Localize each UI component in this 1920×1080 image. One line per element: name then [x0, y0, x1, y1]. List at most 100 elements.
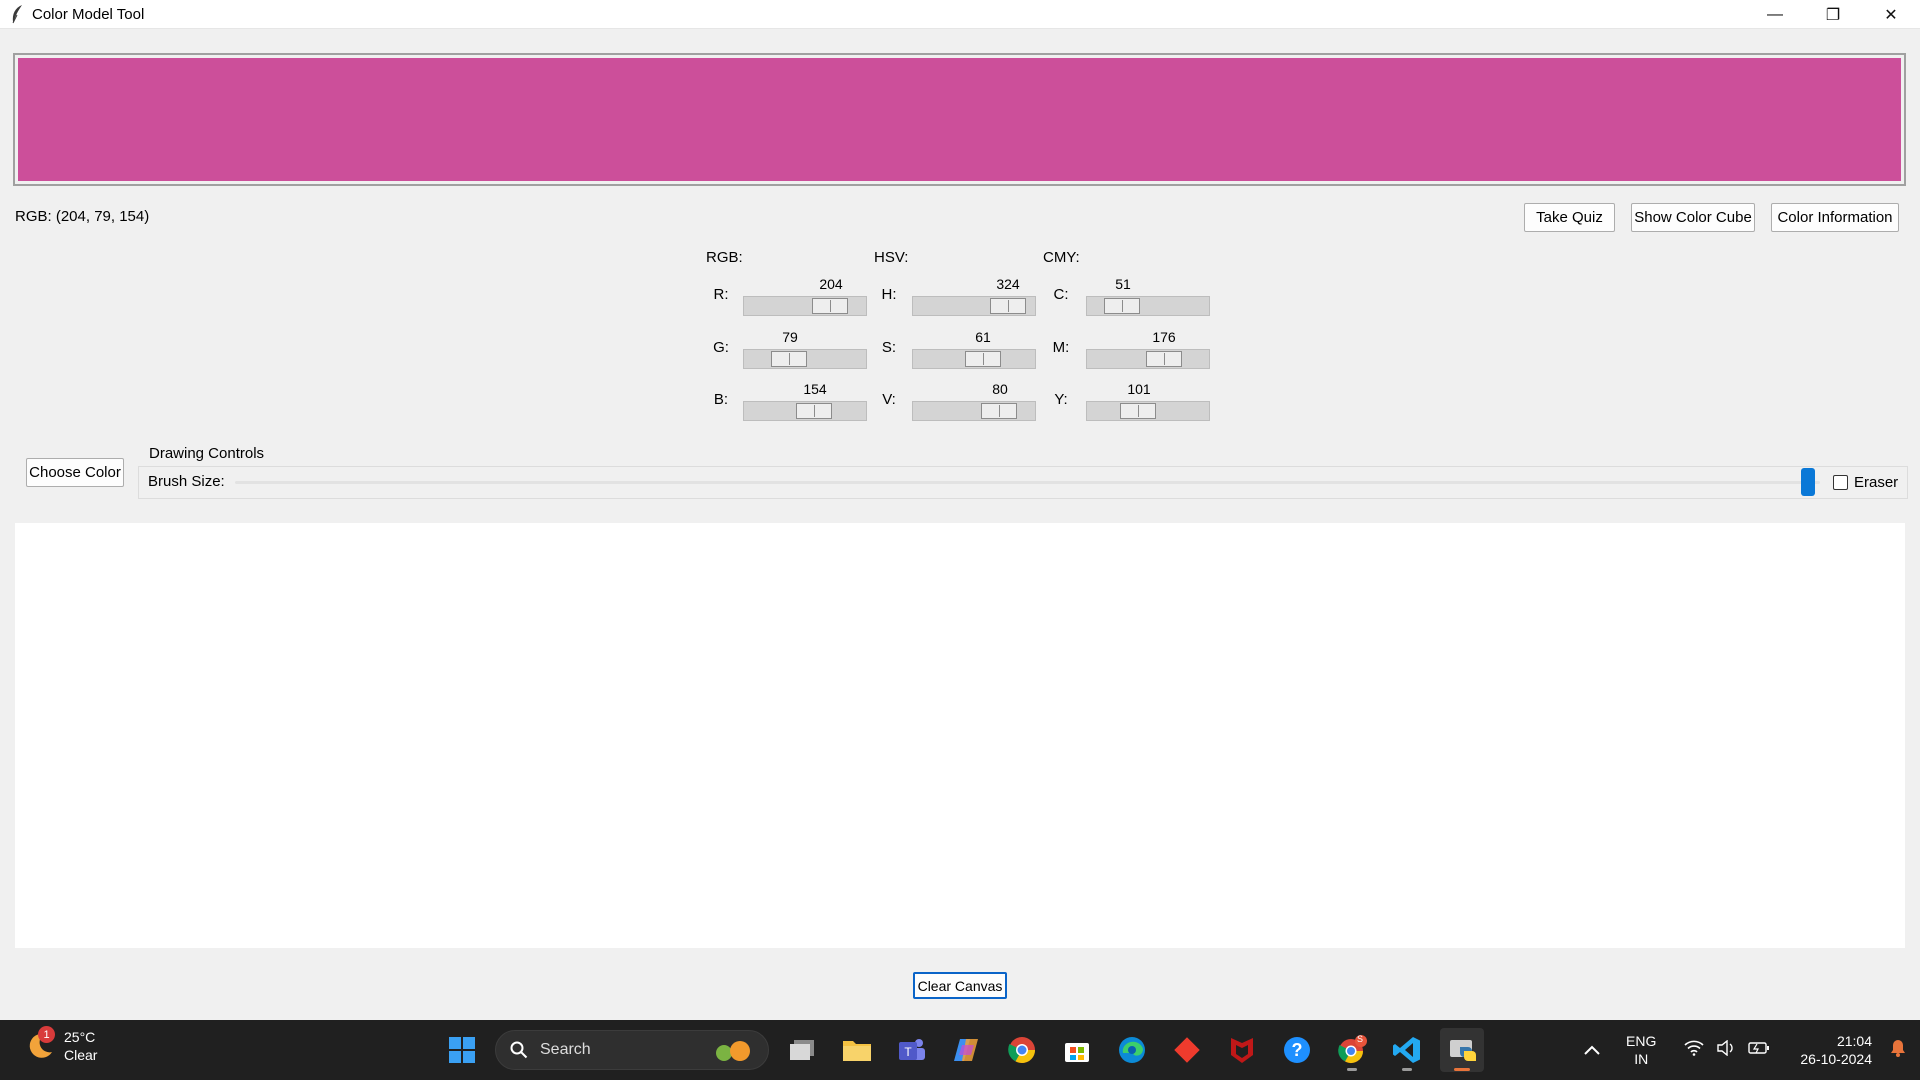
y-slider[interactable]	[1086, 401, 1210, 421]
lang-top: ENG	[1626, 1033, 1657, 1049]
rgb-group-title: RGB:	[706, 249, 743, 266]
y-value: 101	[1127, 381, 1151, 397]
v-slider[interactable]	[912, 401, 1036, 421]
h-label: H:	[881, 286, 897, 303]
eraser-checkbox-box[interactable]	[1833, 475, 1848, 490]
rgb-readout: RGB: (204, 79, 154)	[15, 208, 150, 225]
chevron-up-icon[interactable]	[1584, 1041, 1600, 1059]
maximize-button[interactable]: ❐	[1804, 0, 1862, 29]
m-label: M:	[1052, 339, 1070, 356]
v-label: V:	[882, 391, 896, 408]
s-label: S:	[881, 339, 897, 356]
task-view-icon[interactable]	[780, 1028, 824, 1072]
chrome-icon[interactable]	[1000, 1028, 1044, 1072]
s-slider[interactable]	[912, 349, 1036, 369]
lang-bottom: IN	[1634, 1051, 1649, 1067]
b-slider-thumb[interactable]	[796, 403, 832, 419]
search-highlight-icon	[710, 1037, 756, 1070]
g-slider-thumb[interactable]	[771, 351, 807, 367]
drawing-controls-title: Drawing Controls	[147, 445, 267, 462]
clear-canvas-button[interactable]: Clear Canvas	[913, 972, 1007, 999]
color-preview	[18, 58, 1901, 181]
g-label: G:	[713, 339, 729, 356]
v-value: 80	[992, 381, 1008, 397]
y-label: Y:	[1054, 391, 1068, 408]
h-slider[interactable]	[912, 296, 1036, 316]
s-slider-thumb[interactable]	[965, 351, 1001, 367]
r-label: R:	[713, 286, 729, 303]
weather-temperature: 25°C	[64, 1029, 96, 1045]
hsv-group-title: HSV:	[874, 249, 909, 266]
title-bar: Color Model Tool — ❐ ✕	[0, 0, 1920, 29]
notification-bell-icon[interactable]	[1890, 1039, 1906, 1061]
help-icon[interactable]: ?	[1275, 1028, 1319, 1072]
running-indicator	[1402, 1068, 1412, 1071]
c-slider-thumb[interactable]	[1104, 298, 1140, 314]
m-slider-thumb[interactable]	[1146, 351, 1182, 367]
battery-icon[interactable]	[1748, 1041, 1770, 1059]
b-label: B:	[713, 391, 729, 408]
y-slider-thumb[interactable]	[1120, 403, 1156, 419]
b-value: 154	[803, 381, 827, 397]
m-slider[interactable]	[1086, 349, 1210, 369]
eraser-checkbox[interactable]: Eraser	[1833, 474, 1898, 491]
clock-date: 26-10-2024	[1800, 1051, 1872, 1067]
microsoft-store-icon[interactable]	[1055, 1028, 1099, 1072]
weather-condition: Clear	[64, 1047, 98, 1063]
copilot-icon[interactable]	[945, 1028, 989, 1072]
r-slider-thumb[interactable]	[812, 298, 848, 314]
c-slider[interactable]	[1086, 296, 1210, 316]
eraser-label: Eraser	[1854, 474, 1899, 491]
vscode-icon[interactable]	[1385, 1028, 1429, 1072]
show-color-cube-button[interactable]: Show Color Cube	[1631, 203, 1755, 232]
volume-icon[interactable]	[1716, 1039, 1736, 1060]
c-label: C:	[1053, 286, 1069, 303]
svg-text:T: T	[904, 1045, 912, 1059]
m-value: 176	[1152, 329, 1176, 345]
h-value: 324	[996, 276, 1020, 292]
anydesk-icon[interactable]	[1165, 1028, 1209, 1072]
cmy-group-title: CMY:	[1043, 249, 1080, 266]
r-value: 204	[819, 276, 843, 292]
search-icon	[510, 1041, 528, 1059]
python-app-icon[interactable]	[1440, 1028, 1484, 1072]
v-slider-thumb[interactable]	[981, 403, 1017, 419]
weather-badge: 1	[38, 1026, 55, 1043]
search-placeholder: Search	[540, 1041, 591, 1058]
start-button[interactable]	[440, 1028, 484, 1072]
window-title: Color Model Tool	[32, 5, 145, 23]
running-indicator	[1347, 1068, 1357, 1071]
weather-moon-icon: 1	[24, 1026, 56, 1062]
feather-app-icon	[6, 3, 28, 25]
h-slider-thumb[interactable]	[990, 298, 1026, 314]
taskbar-search[interactable]: Search	[495, 1030, 769, 1070]
minimize-button[interactable]: —	[1746, 0, 1804, 29]
mcafee-icon[interactable]	[1220, 1028, 1264, 1072]
color-preview-frame	[13, 53, 1906, 186]
teams-icon[interactable]: T	[890, 1028, 934, 1072]
b-slider[interactable]	[743, 401, 867, 421]
running-indicator	[1454, 1068, 1470, 1071]
s-value: 61	[975, 329, 991, 345]
wifi-icon[interactable]	[1684, 1040, 1704, 1060]
svg-text:?: ?	[1292, 1040, 1303, 1060]
take-quiz-button[interactable]: Take Quiz	[1524, 203, 1615, 232]
g-value: 79	[782, 329, 798, 345]
color-information-button[interactable]: Color Information	[1771, 203, 1899, 232]
choose-color-button[interactable]: Choose Color	[26, 458, 124, 487]
clock[interactable]: 21:04 26-10-2024	[1800, 1032, 1872, 1068]
chrome-profile-icon[interactable]: S	[1330, 1028, 1374, 1072]
drawing-canvas[interactable]	[15, 523, 1905, 948]
close-button[interactable]: ✕	[1862, 0, 1920, 29]
brush-size-slider[interactable]	[235, 481, 1820, 484]
r-slider[interactable]	[743, 296, 867, 316]
brush-size-label: Brush Size:	[148, 473, 225, 490]
weather-widget[interactable]: 1 25°C Clear	[24, 1026, 98, 1064]
c-value: 51	[1115, 276, 1131, 292]
g-slider[interactable]	[743, 349, 867, 369]
chrome-profile-badge: S	[1357, 1034, 1364, 1044]
brush-size-thumb[interactable]	[1801, 468, 1815, 496]
edge-icon[interactable]	[1110, 1028, 1154, 1072]
language-indicator[interactable]: ENG IN	[1626, 1032, 1656, 1068]
file-explorer-icon[interactable]	[835, 1028, 879, 1072]
